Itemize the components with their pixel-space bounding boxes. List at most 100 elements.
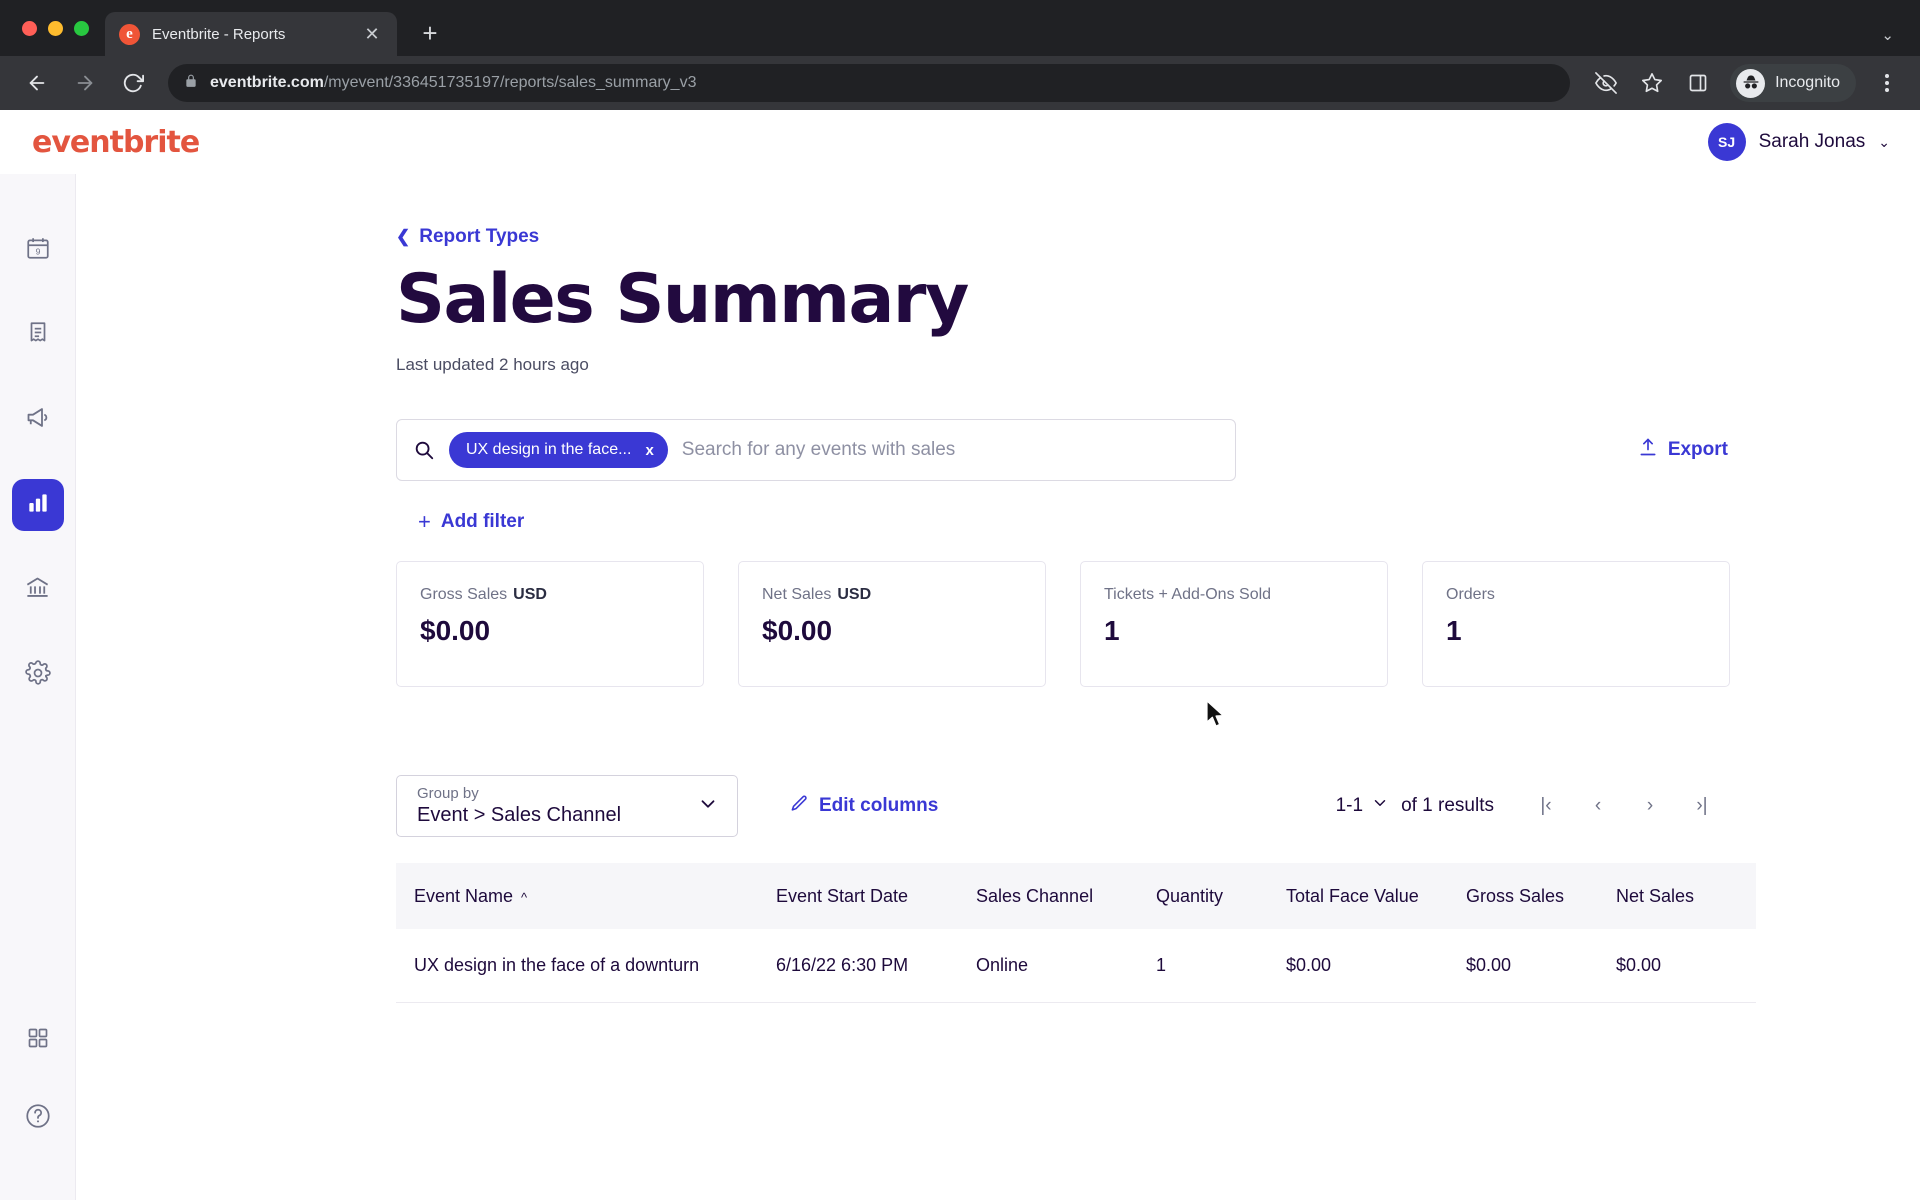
table-body: UX design in the face of a downturn 6/16… [396, 929, 1756, 1004]
edit-columns-label: Edit columns [819, 795, 939, 817]
incognito-label: Incognito [1775, 74, 1840, 91]
chevron-down-icon [1371, 794, 1389, 818]
column-label: Event Name [414, 885, 514, 906]
tab-title: Eventbrite - Reports [152, 25, 286, 43]
cell-gross-sales: $0.00 [1466, 929, 1616, 1004]
search-icon [413, 439, 435, 461]
search-input[interactable]: UX design in the face... x Search for an… [396, 419, 1236, 482]
eventbrite-logo[interactable]: eventbrite [32, 125, 200, 160]
browser-tab[interactable]: e Eventbrite - Reports ✕ [105, 12, 397, 56]
stat-card-value: 1 [1104, 615, 1120, 647]
column-header-net-sales[interactable]: Net Sales [1616, 863, 1756, 930]
breadcrumb-label: Report Types [419, 226, 540, 247]
column-header-event-name[interactable]: Event Name ^ [396, 863, 776, 930]
user-menu[interactable]: SJ Sarah Jonas ⌄ [1707, 123, 1890, 161]
edit-columns-button[interactable]: Edit columns [790, 794, 938, 819]
sidebar-item-settings[interactable] [12, 649, 64, 701]
address-bar[interactable]: eventbrite.com/myevent/336451735197/repo… [168, 64, 1571, 102]
last-page-button[interactable]: ›| [1676, 795, 1728, 817]
previous-page-button[interactable]: ‹ [1572, 795, 1624, 817]
stat-card-label: Tickets + Add-Ons Sold [1104, 586, 1387, 604]
first-page-button[interactable]: |‹ [1520, 795, 1572, 817]
forward-icon[interactable] [64, 62, 106, 104]
pagination-range-select[interactable]: 1-1 [1336, 794, 1389, 818]
sidebar-item-help[interactable] [12, 1092, 64, 1144]
column-header-sales-channel[interactable]: Sales Channel [976, 863, 1156, 930]
sidebar-bottom [12, 1014, 64, 1200]
table-controls: Group by Event > Sales Channel Edit colu… [396, 775, 1756, 838]
stat-card-gross-sales: Gross Sales USD $0.00 [396, 561, 704, 688]
sidebar-item-reports[interactable] [11, 479, 64, 531]
next-page-button[interactable]: › [1624, 795, 1676, 817]
chevron-left-icon: ❮ [396, 227, 411, 246]
export-button[interactable]: Export [1638, 437, 1728, 463]
column-header-gross-sales[interactable]: Gross Sales [1466, 863, 1616, 930]
sidebar-item-marketing[interactable] [12, 394, 64, 446]
group-by-select[interactable]: Group by Event > Sales Channel [396, 775, 738, 838]
url-text: eventbrite.com/myevent/336451735197/repo… [210, 74, 696, 92]
browser-toolbar: eventbrite.com/myevent/336451735197/repo… [0, 56, 1920, 110]
stat-currency: USD [837, 586, 872, 604]
filter-chip-label: UX design in the face... [466, 441, 632, 459]
sidebar-item-events[interactable]: 9 [12, 224, 64, 276]
maximize-window-button[interactable] [74, 20, 89, 36]
body-row: 9 ❮ Report Types Sales Summary Last upda… [0, 174, 1920, 1200]
incognito-icon [1736, 68, 1766, 98]
new-tab-button[interactable]: + [415, 20, 445, 46]
breadcrumb-report-types[interactable]: ❮ Report Types [396, 226, 1756, 248]
close-window-button[interactable] [22, 20, 37, 36]
stat-cards: Gross Sales USD $0.00 Net Sales USD $0.00 … [396, 561, 1756, 688]
plus-icon: + [418, 509, 431, 535]
window-controls [18, 0, 105, 56]
reload-icon[interactable] [112, 62, 154, 104]
remove-filter-chip-icon[interactable]: x [645, 442, 653, 459]
stat-label-text: Orders [1446, 586, 1495, 604]
site-header: eventbrite SJ Sarah Jonas ⌄ [0, 110, 1920, 174]
url-path: /myevent/336451735197/reports/sales_summ… [323, 74, 697, 91]
pagination: 1-1 of 1 results |‹ ‹ › ›| [1336, 794, 1728, 818]
url-host: eventbrite.com [210, 74, 324, 91]
search-placeholder: Search for any events with sales [681, 439, 956, 461]
hide-password-icon[interactable] [1586, 63, 1626, 103]
bank-icon [24, 574, 51, 606]
column-header-quantity[interactable]: Quantity [1156, 863, 1286, 930]
side-panel-icon[interactable] [1678, 63, 1718, 103]
upload-icon [1638, 437, 1658, 463]
back-icon[interactable] [16, 62, 58, 104]
cell-net-sales: $0.00 [1616, 929, 1756, 1004]
search-row: UX design in the face... x Search for an… [396, 419, 1756, 482]
page-title: Sales Summary [396, 260, 969, 339]
sidebar-item-apps[interactable] [12, 1014, 64, 1066]
close-tab-icon[interactable]: ✕ [361, 25, 383, 43]
group-by-text: Group by Event > Sales Channel [417, 785, 621, 829]
help-circle-icon [24, 1102, 52, 1135]
main-content: ❮ Report Types Sales Summary Last update… [76, 174, 1920, 1200]
user-name: Sarah Jonas [1758, 131, 1866, 152]
sales-summary-table: Event Name ^ Event Start Date Sales Chann… [396, 863, 1756, 1004]
cell-sales-channel: Online [976, 929, 1156, 1004]
stat-card-value: $0.00 [762, 615, 833, 647]
bar-chart-icon [25, 490, 51, 521]
table-row[interactable]: UX design in the face of a downturn 6/16… [396, 929, 1756, 1004]
sidebar-item-orders[interactable] [12, 309, 64, 361]
minimize-window-button[interactable] [48, 20, 63, 36]
filter-chip-event[interactable]: UX design in the face... x [449, 432, 668, 469]
sort-ascending-icon: ^ [521, 889, 528, 905]
stat-label-text: Tickets + Add-Ons Sold [1104, 586, 1272, 604]
bookmark-star-icon[interactable] [1632, 63, 1672, 103]
pagination-range: 1-1 [1335, 795, 1364, 817]
lock-icon [184, 73, 198, 94]
cell-event-start-date: 6/16/22 6:30 PM [776, 929, 976, 1004]
incognito-profile-button[interactable]: Incognito [1730, 64, 1856, 102]
chrome-menu-icon[interactable] [1870, 74, 1904, 92]
column-header-total-face-value[interactable]: Total Face Value [1286, 863, 1466, 930]
add-filter-button[interactable]: + Add filter [418, 511, 1756, 533]
chevron-down-icon: ⌄ [1878, 133, 1890, 150]
tab-search-chevron-icon[interactable]: ⌄ [1881, 26, 1894, 44]
group-by-label: Group by [417, 784, 479, 802]
sidebar-item-finance[interactable] [12, 564, 64, 616]
page-viewport: eventbrite SJ Sarah Jonas ⌄ 9 ❮ Report T… [0, 110, 1920, 1200]
pagination-total: of 1 results [1401, 795, 1494, 817]
tab-strip: e Eventbrite - Reports ✕ + ⌄ [0, 0, 1920, 56]
column-header-event-start-date[interactable]: Event Start Date [776, 863, 976, 930]
